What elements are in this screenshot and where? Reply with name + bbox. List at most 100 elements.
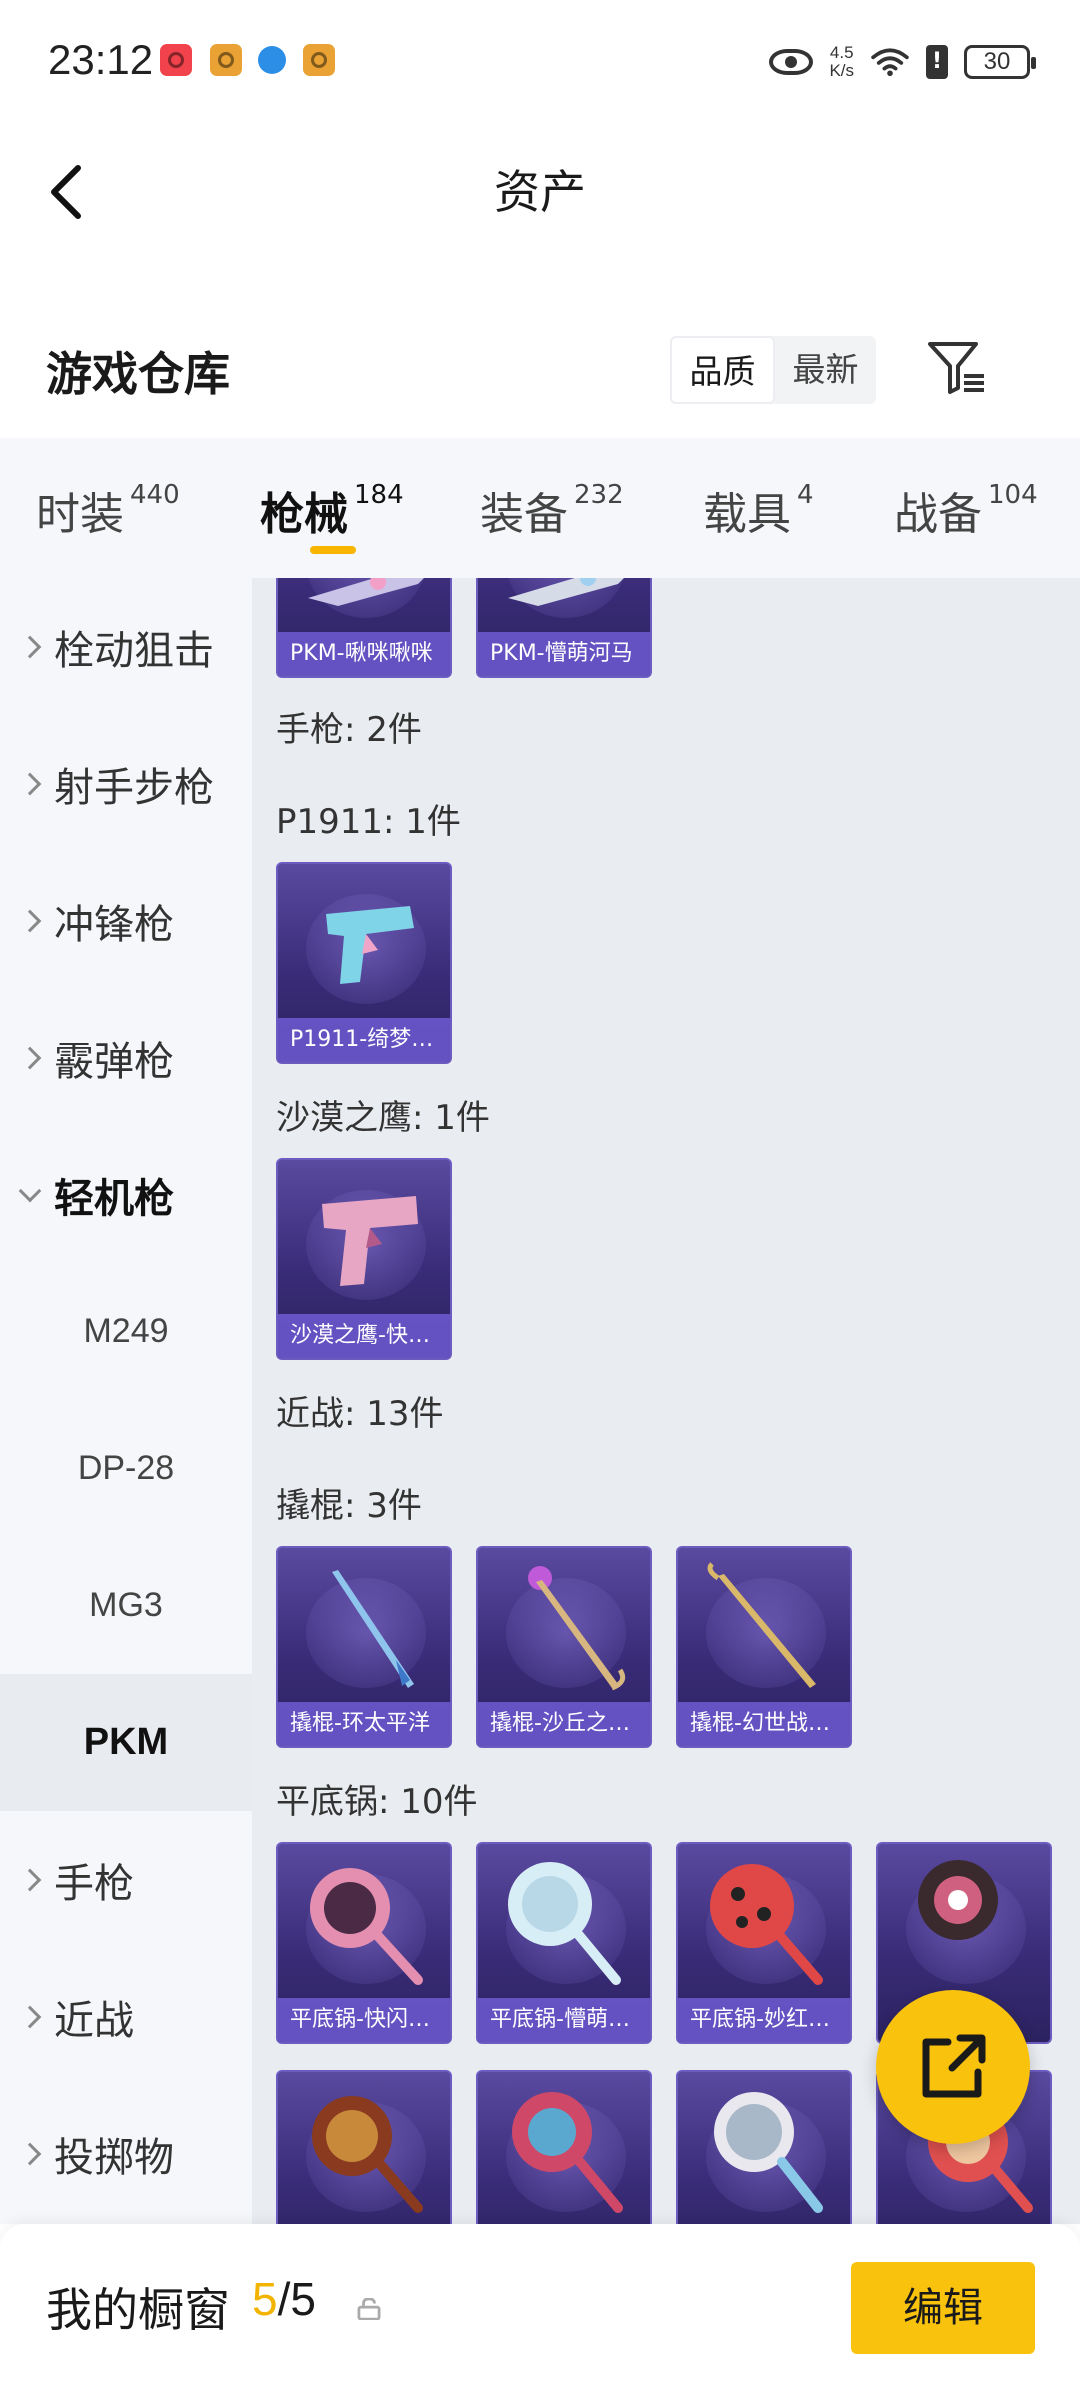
section-label-desert-eagle: 沙漠之鹰: 1件 [276,1098,490,1138]
item-card[interactable] [476,2070,652,2224]
section-label-crowbar: 撬棍: 3件 [276,1486,422,1526]
sidebar-item-label: 霰弹枪 [54,1038,174,1085]
sidebar-item-label: 投掷物 [54,2134,174,2181]
sidebar-item-throwables[interactable]: 投掷物 [0,2085,252,2222]
chevron-right-icon [18,2142,42,2165]
item-card[interactable]: 撬棍-幻世战… [676,1546,852,1748]
app-header: 资产 [0,120,1080,256]
tab-fashion[interactable]: 时装 440 [36,478,180,542]
item-card[interactable]: PKM-啾咪啾咪 [276,578,452,678]
item-card-caption: P1911-绮梦… [278,1018,450,1062]
sidebar-item-label: 手枪 [54,1860,134,1907]
showcase-count-current: 5 [252,2273,278,2325]
chevron-down-icon [18,1179,42,1202]
sidebar-item-marksman-rifle[interactable]: 射手步枪 [0,715,252,852]
item-card-caption: 平底锅-妙红… [678,1998,850,2042]
system-icons: 4.5 K/s ! 30 [769,40,1036,84]
sidebar-item-label: 轻机枪 [54,1175,174,1222]
alert-icon: ! [926,45,948,79]
sidebar-item-bolt-action-sniper[interactable]: 栓动狙击 [0,578,252,715]
tab-label: 载具 [703,489,791,540]
sort-toggle: 品质 最新 [670,336,876,404]
item-grid: PKM-啾咪啾咪 PKM-懵萌河马 手枪: 2件 P1911: 1件 P1911… [252,578,1080,2224]
sidebar-item-label: 射手步枪 [54,764,214,811]
share-button[interactable] [876,1990,1030,2144]
weapon-category-sidebar: 栓动狙击 射手步枪 冲锋枪 霰弹枪 轻机枪 M249 DP-28 MG3 PKM… [0,578,252,2224]
item-card[interactable]: 撬棍-沙丘之… [476,1546,652,1748]
tab-vehicles[interactable]: 载具 4 [703,478,814,542]
section-label-pistol: 手枪: 2件 [276,710,422,750]
item-card[interactable]: 撬棍-环太平洋 [276,1546,452,1748]
sidebar-subitem-pkm[interactable]: PKM [0,1674,252,1811]
chevron-right-icon [18,772,42,795]
network-speed-value: 4.5 [829,43,854,62]
chevron-right-icon [18,1868,42,1891]
eye-comfort-icon [769,49,814,75]
item-card[interactable]: 沙漠之鹰-快… [276,1158,452,1360]
chevron-right-icon [18,635,42,658]
section-label-p1911: P1911: 1件 [276,802,461,842]
sort-option-newest[interactable]: 最新 [775,336,876,404]
sidebar-subitem-mg3[interactable]: MG3 [0,1537,252,1674]
share-external-icon [922,2034,986,2098]
wifi-icon [871,48,909,77]
section-label-frying-pan: 平底锅: 10件 [276,1782,478,1822]
item-card[interactable]: 平底锅-懵萌… [476,1842,652,2044]
chevron-right-icon [18,2005,42,2028]
category-tabs: 时装 440 枪械 184 装备 232 载具 4 战备 104 [0,438,1080,578]
notification-app-orange-icon [303,44,335,76]
showcase-label: 我的橱窗 [46,2283,230,2337]
edit-button[interactable]: 编辑 [851,2262,1035,2354]
item-card[interactable]: P1911-绮梦… [276,862,452,1064]
item-card[interactable]: PKM-懵萌河马 [476,578,652,678]
sidebar-item-melee[interactable]: 近战 [0,1948,252,2085]
showcase-bar: 我的橱窗 5/5 编辑 [0,2224,1080,2382]
chevron-right-icon [18,1046,42,1069]
section-label-melee: 近战: 13件 [276,1394,444,1434]
network-speed-unit: K/s [829,61,854,80]
item-card-caption: 沙漠之鹰-快… [278,1314,450,1358]
sidebar-item-smg[interactable]: 冲锋枪 [0,852,252,989]
page-title: 资产 [494,165,586,219]
showcase-count-total: /5 [277,2273,316,2325]
item-card-caption: 撬棍-沙丘之… [478,1702,650,1746]
tab-label: 枪械 [260,489,348,540]
item-card[interactable] [276,2070,452,2224]
sidebar-item-pistol[interactable]: 手枪 [0,1811,252,1948]
tab-count: 440 [130,480,180,510]
item-card-caption: 平底锅-快闪… [278,1998,450,2042]
item-card-caption: 撬棍-幻世战… [678,1702,850,1746]
filter-icon[interactable] [926,338,988,398]
item-card[interactable]: 平底锅-妙红… [676,1842,852,2044]
sidebar-subitem-dp28[interactable]: DP-28 [0,1400,252,1537]
tab-count: 232 [574,480,624,510]
tab-guns[interactable]: 枪械 184 [260,478,404,542]
sidebar-item-shotgun[interactable]: 霰弹枪 [0,989,252,1126]
item-card-caption: PKM-啾咪啾咪 [278,632,450,676]
notification-app-red-icon [160,44,192,76]
item-card-caption: PKM-懵萌河马 [478,632,650,676]
showcase-count: 5/5 [252,2272,316,2326]
warehouse-title: 游戏仓库 [46,347,230,401]
status-bar: 23:12 4.5 K/s ! 30 [0,0,1080,120]
sidebar-item-label: 冲锋枪 [54,901,174,948]
notification-app-orange-icon [210,44,242,76]
tab-label: 战备 [894,489,982,540]
tab-label: 时装 [36,489,124,540]
sidebar-item-label: 栓动狙击 [54,627,214,674]
chevron-right-icon [18,909,42,932]
item-card-caption: 平底锅-懵萌… [478,1998,650,2042]
battery-icon: 30 [964,45,1036,79]
item-card-caption: 撬棍-环太平洋 [278,1702,450,1746]
tab-equipment[interactable]: 装备 232 [480,478,624,542]
item-card[interactable]: 平底锅-快闪… [276,1842,452,2044]
sidebar-item-label: 近战 [54,1997,134,2044]
tab-supplies[interactable]: 战备 104 [894,478,1038,542]
tab-count: 184 [354,480,404,510]
sidebar-item-lmg[interactable]: 轻机枪 [0,1126,252,1263]
sort-option-quality[interactable]: 品质 [670,336,775,404]
status-time: 23:12 [48,36,154,83]
sidebar-subitem-m249[interactable]: M249 [0,1263,252,1400]
tab-label: 装备 [480,489,568,540]
item-card[interactable] [676,2070,852,2224]
